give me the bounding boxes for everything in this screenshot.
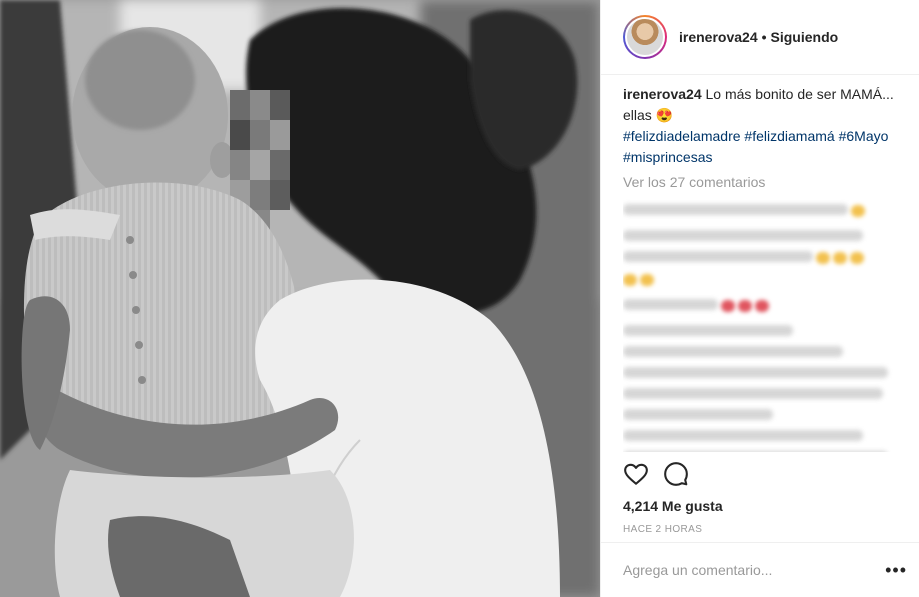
blurred-emoji [851,204,865,217]
hashtag-link[interactable]: #6Mayo [839,128,889,144]
blurred-emoji [755,299,769,312]
username-link[interactable]: irenerova24 [679,29,758,45]
blurred-comment [623,451,888,452]
blurred-emoji [640,273,654,286]
blurred-comment [623,299,718,310]
blurred-emoji [738,299,752,312]
post-caption: irenerova24 Lo más bonito de ser MAMÁ...… [623,84,907,168]
blurred-comment [623,346,843,357]
avatar-image [625,17,665,57]
heart-icon[interactable] [623,461,649,487]
blurred-comment [623,204,848,215]
blurred-comment [623,367,888,378]
comment-bubble-icon[interactable] [663,461,689,487]
comment-input[interactable] [623,562,886,578]
post-actions [623,458,907,490]
post-header: irenerova24 • Siguiendo [601,0,919,75]
more-options-icon[interactable]: ••• [885,561,907,579]
post-timestamp[interactable]: HACE 2 HORAS [623,524,702,535]
blurred-comment [623,230,863,241]
blurred-emoji [623,273,637,286]
blurred-emoji [721,299,735,312]
add-comment-bar: ••• [601,542,919,597]
header-text: irenerova24 • Siguiendo [679,29,838,45]
avatar[interactable] [623,15,667,59]
blurred-emoji [833,251,847,264]
blurred-comment [623,251,813,262]
hashtag-link[interactable]: #felizdiadelamadre [623,128,741,144]
comments-section: irenerova24 Lo más bonito de ser MAMÁ...… [623,84,907,452]
follow-status-button[interactable]: Siguiendo [771,29,839,45]
blurred-emoji [816,251,830,264]
hashtag-link[interactable]: #misprincesas [623,149,712,165]
blurred-emoji [850,251,864,264]
likes-count[interactable]: 4,214 Me gusta [623,498,723,514]
heart-eyes-emoji: 😍 [655,107,674,123]
blurred-comments [623,194,907,452]
photo-image [0,0,600,597]
blurred-comment [623,388,883,399]
post-sidebar: irenerova24 • Siguiendo irenerova24 Lo más… [600,0,919,597]
blurred-comment [623,325,793,336]
separator-dot: • [761,29,767,45]
caption-username[interactable]: irenerova24 [623,86,702,102]
blurred-comment [623,409,773,420]
view-all-comments-link[interactable]: Ver los 27 comentarios [623,174,907,190]
post-photo[interactable] [0,0,600,597]
blurred-comment [623,430,863,441]
hashtag-link[interactable]: #felizdiamamá [744,128,834,144]
